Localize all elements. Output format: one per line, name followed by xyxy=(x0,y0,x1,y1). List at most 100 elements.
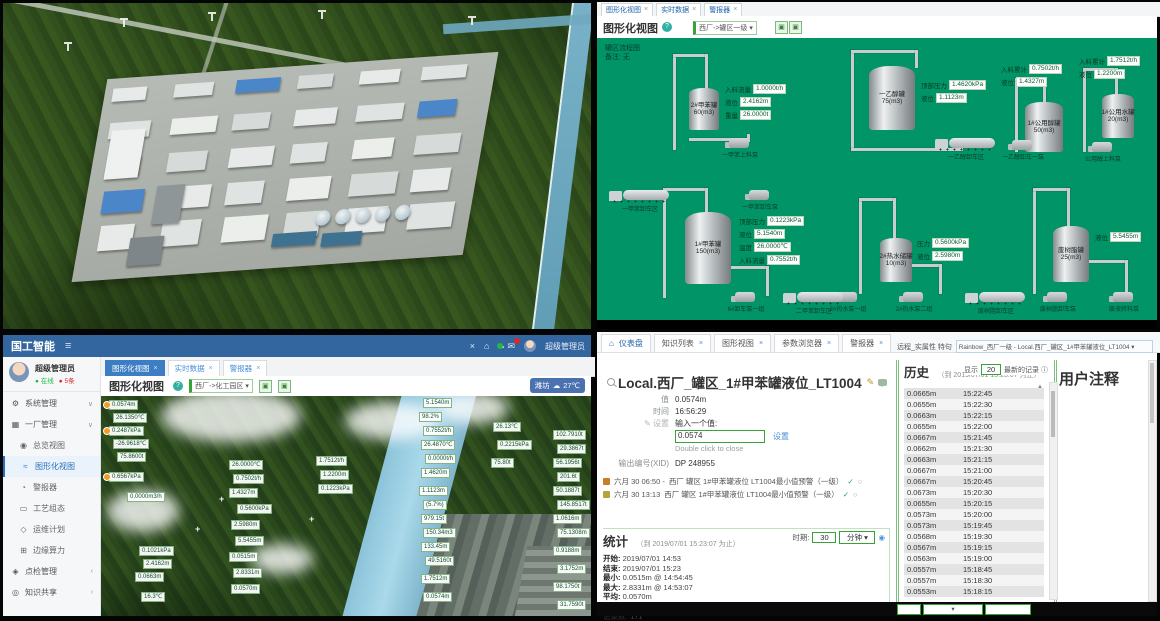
alarm-row[interactable]: 六月 30 13:13西厂 罐区 1#甲苯罐液位 LT1004最小值预警（一级）… xyxy=(603,489,858,500)
sidebar-item-边缘算力[interactable]: ⊞边缘算力 xyxy=(3,540,100,561)
sidebar-item-知识共享[interactable]: ◎知识共享‹ xyxy=(3,582,100,603)
weather-widget[interactable]: 潍坊 ☁ 27℃ xyxy=(530,378,585,393)
help-icon[interactable]: ? xyxy=(173,381,183,391)
building xyxy=(228,146,275,168)
sensor-chip: 2.8331m xyxy=(233,568,262,578)
tab-label: 警报器 xyxy=(850,338,874,349)
ack-icon[interactable]: ○ xyxy=(858,477,863,486)
tab-label: 图形化视图 xyxy=(112,363,150,374)
avatar[interactable] xyxy=(524,340,536,352)
detail-tab[interactable]: 警报器 × xyxy=(842,334,891,352)
close-icon[interactable]: × xyxy=(733,6,737,13)
tanker-truck xyxy=(783,288,845,305)
detail-tab[interactable]: 参数浏览器× xyxy=(774,334,839,352)
alarm-icon xyxy=(603,491,610,498)
sidebar-item-工艺组态[interactable]: ▭工艺组态 xyxy=(3,498,100,519)
tower-block xyxy=(126,236,165,267)
close-icon[interactable]: × xyxy=(692,6,696,13)
sidebar-item-点检管理[interactable]: ◈点检管理‹ xyxy=(3,561,100,582)
sidebar-item-一厂管理[interactable]: ▦一厂管理∨ xyxy=(3,414,100,435)
message-icon[interactable]: ✉ xyxy=(507,341,515,352)
strip-select[interactable]: ▾ xyxy=(923,604,983,615)
period-input[interactable]: 30 xyxy=(812,532,836,543)
refresh-button[interactable]: ▣ xyxy=(259,380,272,393)
history-time: 15:19:45 xyxy=(963,521,992,530)
edit-icon[interactable]: ✎ xyxy=(867,377,875,388)
scada-tab[interactable]: 图形化视图× xyxy=(601,3,653,16)
sidebar-item-总览视图[interactable]: ◉总览视图 xyxy=(3,435,100,456)
alarm-row[interactable]: 六月 30 06:50 -西厂 罐区 1#甲苯罐液位 LT1004最小值预警（一… xyxy=(603,476,862,487)
close-icon[interactable]: × xyxy=(644,6,648,13)
view-select[interactable]: 西厂->化工园区 ▾ xyxy=(189,379,253,393)
value-input[interactable]: 0.0574 xyxy=(675,430,765,443)
sensor-chip: 0.2215kPa xyxy=(497,440,532,450)
help-icon[interactable]: ? xyxy=(662,22,672,32)
history-value: 0.0573m xyxy=(904,510,963,519)
history-scrollbar[interactable] xyxy=(1049,382,1058,600)
label-key: 压力 xyxy=(917,238,930,248)
sensor-chip: 1.7512t/h xyxy=(316,456,347,466)
period-unit-select[interactable]: 分钟 ▾ xyxy=(839,531,875,544)
fullscreen-button[interactable]: ▣ xyxy=(789,21,802,34)
history-value: 0.0655m xyxy=(904,400,963,409)
refresh-icon[interactable]: ◉ xyxy=(878,533,885,542)
home-icon[interactable]: ⌂ xyxy=(484,341,489,351)
tag-selector-row: 远程_实属性 特句 Rainbow_西厂一级 - Local.西厂_罐区_1#甲… xyxy=(897,340,1153,353)
close-icon[interactable]: × xyxy=(759,340,763,347)
history-row: 0.0663m15:21:15 xyxy=(904,454,1044,465)
history-row: 0.0553m15:18:15 xyxy=(904,586,1044,597)
detail-tab[interactable]: 图形视图× xyxy=(714,334,771,352)
strip-control[interactable] xyxy=(985,604,1031,615)
scada-tab[interactable]: 警报器× xyxy=(704,3,742,16)
refresh-button[interactable]: ▣ xyxy=(775,21,788,34)
strip-control[interactable] xyxy=(897,604,921,615)
sensor-chip: 75.1308m xyxy=(557,528,590,538)
app-tab[interactable]: 实时数据× xyxy=(168,360,220,376)
sidebar-item-系统管理[interactable]: ⚙系统管理∨ xyxy=(3,393,100,414)
app-tab[interactable]: 图形化视图 × xyxy=(105,360,165,376)
app-tab[interactable]: 警报器× xyxy=(223,360,268,376)
close-icon[interactable]: × xyxy=(209,365,213,372)
tank-label-row: 液位2.4162m xyxy=(725,97,771,107)
label-value: 0.5600kPa xyxy=(932,238,969,248)
close-icon[interactable]: × xyxy=(256,365,260,372)
close-icon[interactable]: × xyxy=(699,340,703,347)
tank-2#甲苯罐: 2#甲苯罐60(m3) xyxy=(689,88,719,130)
plant-pad xyxy=(72,52,499,282)
fullscreen-button[interactable]: ▣ xyxy=(278,380,291,393)
building xyxy=(100,189,145,214)
ack-icon[interactable]: ○ xyxy=(853,490,858,499)
sidebar-item-警报器[interactable]: ◔警报器 xyxy=(3,477,100,498)
view-select[interactable]: 西厂->罐区一级 ▾ xyxy=(693,21,757,35)
history-time: 15:19:00 xyxy=(963,554,992,563)
menu-label: 运维计划 xyxy=(33,524,65,535)
menu-label: 警报器 xyxy=(33,482,57,493)
count-input[interactable]: 20 xyxy=(981,364,1001,375)
menu-toggle-icon[interactable]: ≡ xyxy=(65,340,71,352)
tank-label-row: 液位2.5980m xyxy=(917,251,963,261)
comment-icon[interactable] xyxy=(878,379,887,386)
tank-label-row: 顶部压力0.1223kPa xyxy=(739,216,804,226)
scroll-up-icon[interactable]: ▲ xyxy=(1037,384,1043,390)
close-icon[interactable]: × xyxy=(827,340,831,347)
history-value: 0.0665m xyxy=(904,389,963,398)
history-value: 0.0673m xyxy=(904,488,963,497)
field-time: 时间16:56:29 xyxy=(607,406,706,417)
scada-window: 图形化视图×实时数据×警报器× 图形化视图 ? 西厂->罐区一级 ▾ ▣ ▣ 罐… xyxy=(597,2,1157,329)
detail-tab[interactable]: 知识列表× xyxy=(654,334,711,352)
close-icon[interactable]: × xyxy=(879,340,883,347)
scada-tab[interactable]: 实时数据× xyxy=(656,3,701,16)
set-link[interactable]: 设置 xyxy=(773,431,789,442)
panel-scrollbar[interactable] xyxy=(1148,360,1157,602)
close-icon[interactable]: × xyxy=(470,341,475,351)
sidebar-item-运维计划[interactable]: ◇运维计划 xyxy=(3,519,100,540)
scada-canvas: 罐区流程图 备注: 无 2#甲苯罐60(m3)入料流量1.0000t/h液位2.… xyxy=(597,38,1157,320)
topbar-username[interactable]: 超级管理员 xyxy=(545,341,585,352)
label-key: 入料流量 xyxy=(739,255,765,265)
close-icon[interactable]: × xyxy=(154,365,158,372)
sidebar-item-图形化视图[interactable]: ≈图形化视图 xyxy=(3,456,100,477)
pump xyxy=(735,292,755,302)
tag-selector[interactable]: Rainbow_西厂一级 - Local.西厂_罐区_1#甲苯罐液位_LT100… xyxy=(956,340,1153,353)
detail-tab[interactable]: ⌂仪表盘 xyxy=(601,334,651,352)
alarm-text: 西厂 罐区 1#甲苯罐液位 LT1004最小值预警（一级） xyxy=(664,489,838,500)
